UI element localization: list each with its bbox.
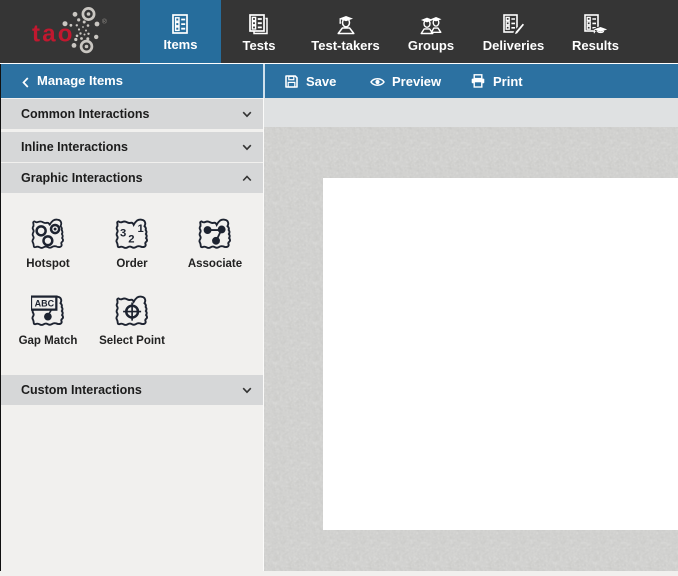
svg-text:1: 1	[138, 223, 144, 235]
svg-text:3: 3	[120, 227, 126, 239]
svg-text:ABC: ABC	[35, 298, 55, 308]
svg-text:®: ®	[102, 18, 107, 26]
svg-text:2: 2	[128, 234, 134, 246]
svg-text:tao: tao	[32, 21, 75, 48]
